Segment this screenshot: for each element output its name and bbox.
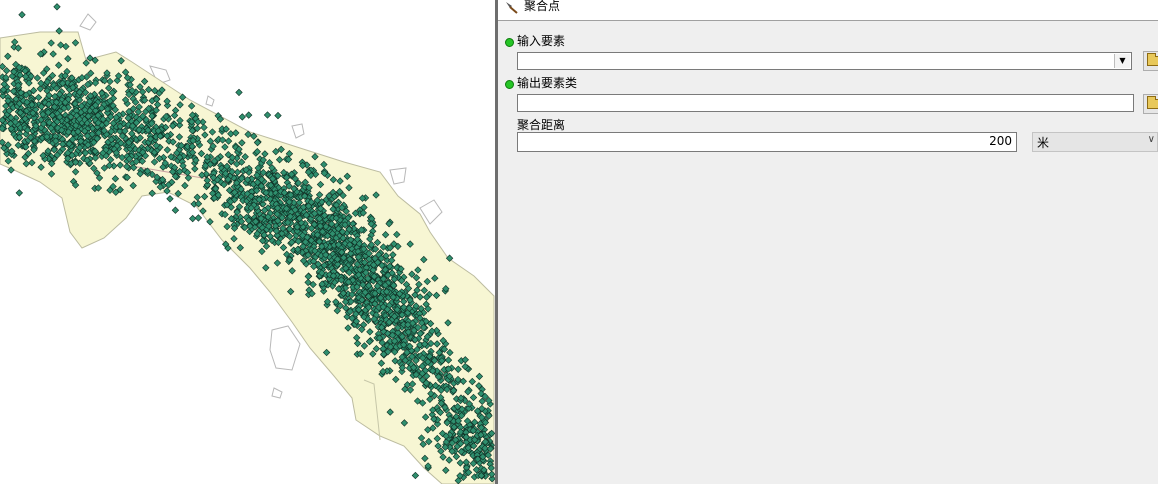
island-outline [269,325,301,371]
distance-unit-value: 米 [1037,136,1050,150]
hammer-icon [504,0,520,14]
map-point [274,111,282,120]
island-outline [389,167,407,185]
island-outline [271,387,283,399]
map-view[interactable] [0,0,495,484]
chevron-down-icon[interactable]: ▼ [1114,54,1130,68]
map-point [18,11,26,19]
map-canvas[interactable] [0,0,495,484]
dialog-titlebar: 聚合点 [498,0,1158,21]
map-point [15,189,23,197]
map-point [411,471,420,480]
aggregation-distance-input[interactable]: 200 [517,132,1017,152]
folder-icon [1147,96,1158,109]
browse-input-button[interactable] [1143,51,1158,71]
distance-unit-select[interactable]: 米 ∨ [1032,132,1158,152]
island-outline [79,13,97,31]
map-point [171,206,180,214]
map-point [166,195,174,203]
island-outline [291,123,305,139]
input-features-combo[interactable]: ▼ [517,52,1132,70]
input-features-label: 输入要素 [517,34,566,48]
map-point [238,113,246,121]
folder-icon [1147,53,1158,66]
aggregation-distance-value: 200 [989,134,1012,148]
dialog-title: 聚合点 [524,0,561,13]
required-indicator-icon [505,80,514,89]
map-point [194,214,203,222]
map-point [235,88,243,97]
map-point [53,3,61,11]
aggregate-points-dialog: 聚合点 输入要素 ▼ 输出要素类 聚合距离 200 米 ∨ [498,0,1158,484]
required-indicator-icon [505,38,514,47]
output-feature-class-label: 输出要素类 [517,76,578,90]
map-point [189,214,197,223]
output-feature-class-input[interactable] [517,94,1134,112]
land-polygon [0,31,495,484]
browse-output-button[interactable] [1143,94,1158,114]
island-outline [205,95,215,107]
aggregation-distance-label: 聚合距离 [517,118,566,132]
chevron-down-icon: ∨ [1147,134,1155,145]
map-point [245,111,253,119]
map-point [263,111,272,119]
